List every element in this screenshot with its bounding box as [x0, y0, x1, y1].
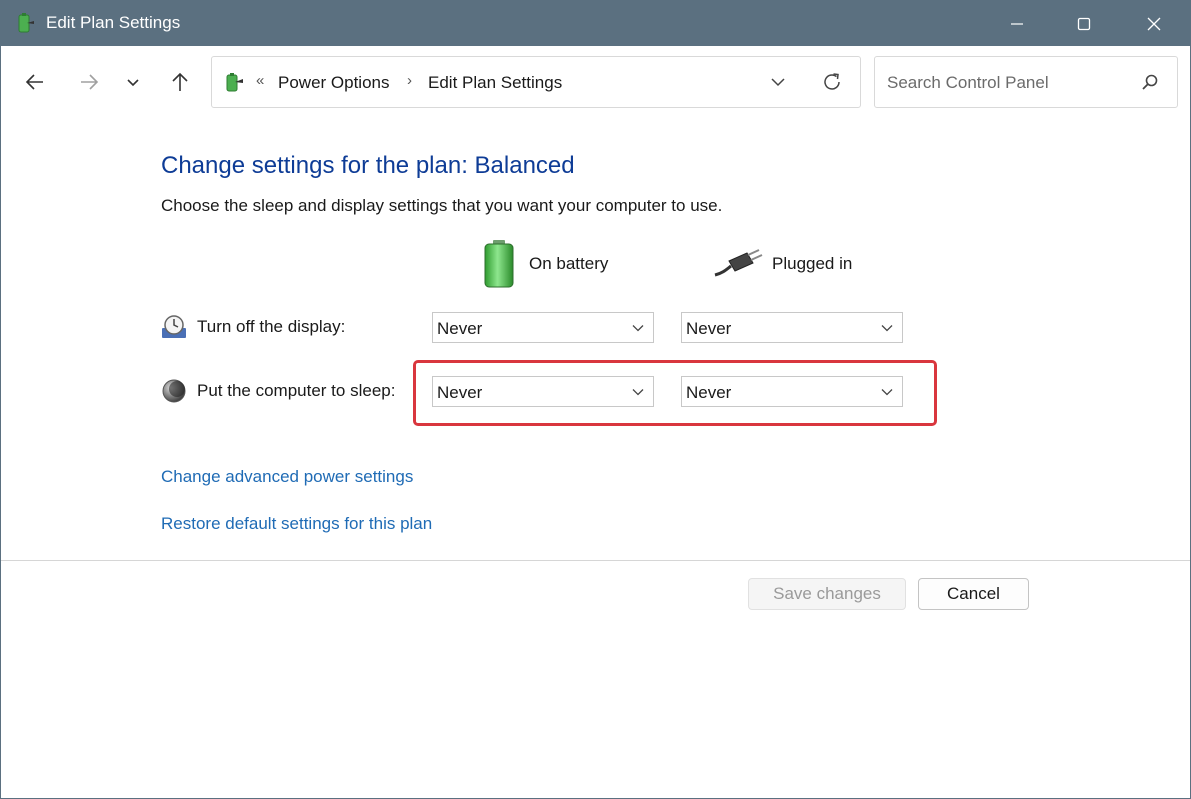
minimize-icon [1011, 22, 1023, 25]
search-input[interactable] [885, 71, 1129, 95]
arrow-up-icon [172, 72, 188, 91]
moon-sleep-icon [161, 378, 187, 404]
display-clock-icon [161, 314, 187, 340]
column-label-on-battery: On battery [529, 254, 609, 273]
chevron-down-icon [881, 325, 893, 332]
breadcrumb-separator[interactable]: › [407, 72, 412, 89]
page-description: Choose the sleep and display settings th… [161, 196, 723, 215]
footer-divider [1, 560, 1190, 561]
display-setting-label: Turn off the display: [197, 317, 346, 336]
maximize-icon [1077, 17, 1091, 30]
restore-default-settings-link[interactable]: Restore default settings for this plan [161, 514, 432, 534]
address-bar[interactable]: « Power Options › Edit Plan Settings [211, 56, 861, 108]
highlight-box [413, 360, 937, 426]
edit-plan-settings-window: Edit Plan Settings « Power Options › Edi… [0, 0, 1191, 799]
display-plugged-in-select[interactable]: Never [681, 312, 903, 343]
sleep-setting-row: Put the computer to sleep: [161, 378, 395, 404]
battery-icon [479, 239, 519, 289]
forward-button[interactable] [72, 65, 106, 99]
window-title: Edit Plan Settings [46, 13, 181, 32]
back-button[interactable] [18, 65, 52, 99]
column-header-plugged-in: Plugged in [713, 249, 852, 279]
arrow-left-icon [25, 74, 43, 90]
recent-locations-button[interactable] [116, 65, 150, 99]
change-advanced-power-settings-link[interactable]: Change advanced power settings [161, 467, 413, 487]
sleep-setting-label: Put the computer to sleep: [197, 381, 396, 400]
chevron-down-icon [771, 78, 785, 87]
close-icon [1147, 17, 1161, 30]
arrow-right-icon [81, 74, 99, 90]
refresh-button[interactable] [820, 70, 844, 94]
search-box[interactable] [874, 56, 1178, 108]
refresh-icon [824, 73, 840, 90]
display-plugged-in-value: Never [686, 319, 732, 338]
display-on-battery-value: Never [437, 319, 483, 338]
column-label-plugged-in: Plugged in [772, 254, 853, 273]
breadcrumb-power-options[interactable]: Power Options [278, 73, 390, 93]
display-setting-row: Turn off the display: [161, 314, 345, 340]
page-title: Change settings for the plan: Balanced [161, 152, 575, 179]
column-header-on-battery: On battery [479, 239, 608, 289]
power-options-icon [222, 70, 246, 94]
breadcrumb-edit-plan-settings[interactable]: Edit Plan Settings [428, 73, 562, 93]
display-on-battery-select[interactable]: Never [432, 312, 654, 343]
power-plug-icon [713, 249, 763, 279]
save-changes-button[interactable]: Save changes [748, 578, 906, 610]
chevron-down-icon [632, 325, 644, 332]
title-bar: Edit Plan Settings [1, 1, 1190, 46]
close-button[interactable] [1131, 1, 1177, 46]
breadcrumb-overflow[interactable]: « [256, 72, 264, 89]
address-dropdown-button[interactable] [766, 70, 790, 94]
up-button[interactable] [163, 65, 197, 99]
search-icon[interactable] [1139, 71, 1161, 93]
power-options-icon [13, 11, 37, 35]
minimize-button[interactable] [994, 1, 1040, 46]
cancel-button[interactable]: Cancel [918, 578, 1029, 610]
navigation-bar: « Power Options › Edit Plan Settings [1, 46, 1190, 122]
maximize-button[interactable] [1061, 1, 1107, 46]
chevron-down-icon [127, 79, 139, 87]
